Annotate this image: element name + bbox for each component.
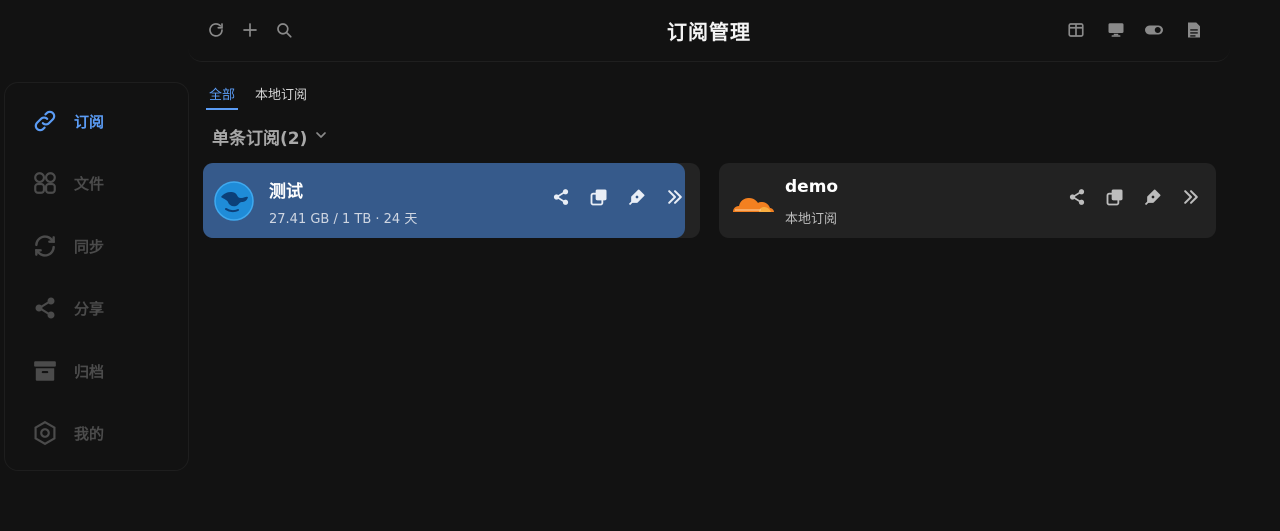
card-actions [1066,186,1202,208]
share-icon [31,294,59,322]
edit-pen-icon[interactable] [626,186,648,208]
section-title: 单条订阅(2) [212,129,308,149]
archive-icon [31,357,59,385]
subscription-type: 本地订阅 [785,212,838,227]
sidebar-item-share[interactable]: 分享 [31,293,104,323]
card-actions [550,186,686,208]
globe-icon [213,180,255,222]
sidebar-item-label: 订阅 [74,112,105,131]
subscription-name: 测试 [269,182,303,202]
share-icon[interactable] [550,186,572,208]
sidebar-item-label: 分享 [74,299,105,318]
sidebar: 订阅 文件 同步 分享 归档 我的 [4,82,189,471]
sidebar-item-label: 我的 [74,424,105,443]
chevron-down-icon [313,127,329,147]
sidebar-item-label: 文件 [74,174,105,193]
top-bar: 订阅管理 [188,0,1230,62]
sidebar-item-archive[interactable]: 归档 [31,356,104,386]
subscription-name: demo [785,177,839,197]
chevrons-right-icon[interactable] [1180,186,1202,208]
layout-columns-icon[interactable] [1066,20,1086,40]
edit-pen-icon[interactable] [1142,186,1164,208]
sidebar-item-sync[interactable]: 同步 [31,231,104,261]
subscription-usage: 27.41 GB / 1 TB · 24 天 [269,212,418,227]
sync-icon [31,232,59,260]
sidebar-item-profile[interactable]: 我的 [31,418,104,448]
link-icon [31,107,59,135]
chevrons-right-icon[interactable] [664,186,686,208]
sidebar-item-files[interactable]: 文件 [31,168,104,198]
section-header[interactable]: 单条订阅(2) [212,124,329,149]
subscription-card[interactable]: 测试 27.41 GB / 1 TB · 24 天 [203,163,685,238]
sidebar-item-label: 归档 [74,362,105,381]
tab-local-subscriptions[interactable]: 本地订阅 [252,82,310,110]
grid-icon [31,169,59,197]
share-icon[interactable] [1066,186,1088,208]
sidebar-item-subscriptions[interactable]: 订阅 [31,106,104,136]
sidebar-item-label: 同步 [74,237,105,256]
copy-icon[interactable] [1104,186,1126,208]
document-icon[interactable] [1184,20,1204,40]
tab-all[interactable]: 全部 [206,82,239,110]
subscription-card[interactable]: demo 本地订阅 [719,163,1216,238]
copy-icon[interactable] [588,186,610,208]
toggle-icon[interactable] [1144,20,1164,40]
filter-tabs: 全部 本地订阅 [206,82,310,110]
hexagon-icon [31,419,59,447]
desktop-icon[interactable] [1106,20,1126,40]
cloud-icon [729,180,774,222]
